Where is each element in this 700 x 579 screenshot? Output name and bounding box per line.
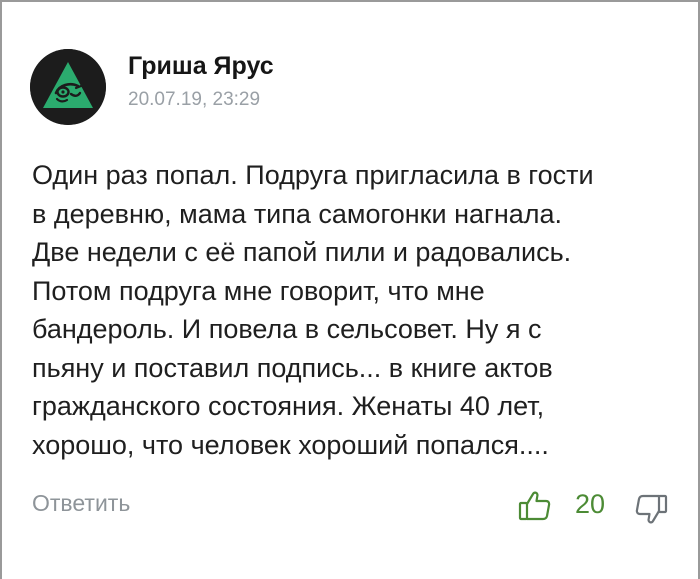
- comment-line: хорошо, что человек хороший попался....: [32, 429, 549, 460]
- downvote-button[interactable]: [634, 493, 668, 525]
- thumb-up-icon: [518, 491, 551, 521]
- comment-line: в деревню, мама типа самогонки нагнала.: [32, 198, 563, 229]
- author-name[interactable]: Гриша Ярус: [128, 52, 274, 81]
- rating-count: 20: [575, 489, 606, 519]
- comment-timestamp: 20.07.19, 23:29: [128, 89, 261, 110]
- card-top-border: [0, 0, 700, 2]
- upvote-button[interactable]: [518, 490, 552, 522]
- avatar[interactable]: [30, 49, 106, 125]
- comment-line: пьяну и поставил подпись... в книге акто…: [32, 352, 553, 383]
- comment-line: гражданского состояния. Женаты 40 лет,: [32, 391, 545, 421]
- comment-line: Потом подруга мне говорит, что мне: [32, 275, 485, 306]
- reply-button[interactable]: Ответить: [32, 490, 130, 517]
- comment-line: бандероль. И повела в сельсовет. Ну я с: [32, 314, 542, 344]
- avatar-triangle-icon: [30, 49, 106, 125]
- comment-line: Две недели с её папой пили и радовались.: [32, 237, 572, 267]
- thumb-down-icon: [635, 494, 668, 524]
- comment-body: Один раз попал. Подруга пригласила в гос…: [32, 156, 682, 464]
- comment-line: Один раз попал. Подруга пригласила в гос…: [32, 160, 594, 190]
- comment-card: Гриша Ярус 20.07.19, 23:29 Один раз попа…: [0, 0, 700, 579]
- card-left-border: [0, 0, 2, 579]
